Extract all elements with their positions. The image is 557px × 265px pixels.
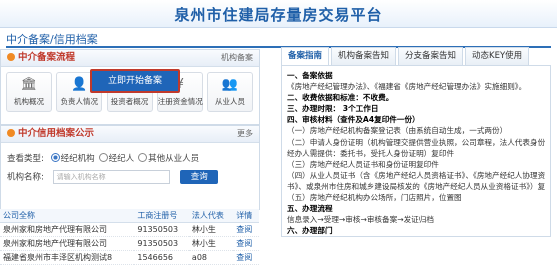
process-panel-title: 中介备案流程 <box>18 52 76 63</box>
query-name-row: 机构名称: 请输入机构名称 查询 <box>7 170 219 184</box>
detail-link[interactable]: 查阅 <box>233 236 259 251</box>
radio-label: 经纪人 <box>108 154 135 164</box>
process-item-label: 机构概况 <box>14 97 44 106</box>
tab-item[interactable]: 备案指南 <box>281 47 330 65</box>
guide-content: 一、备案依据《房地产经纪管理办法》、《福建省《房地产经纪管理办法》实施细则》。二… <box>281 65 551 237</box>
person-icon: 👤 <box>71 77 88 92</box>
column-header: 详情 <box>233 209 259 223</box>
site-title: 泉州市住建局存量房交易平台 <box>174 6 383 24</box>
credit-panel-header: 中介信用档案公示 更多 <box>1 126 259 143</box>
column-header: 工商注册号 <box>134 209 189 223</box>
guide-line: 二、收费依据和标准：不收费。 <box>287 93 394 103</box>
guide-line: 书》、或泉州市住房和城乡建设局核发的《房地产经纪人员从业资格证书》）复印件 <box>287 181 545 191</box>
start-filing-button[interactable]: 立即开始备案 <box>90 69 180 93</box>
query-type-options: 经纪机构 经纪人 其他从业人员 <box>47 153 200 164</box>
table-cell: 林小生 <box>188 236 234 251</box>
query-button[interactable]: 查询 <box>180 170 219 184</box>
credit-panel: 中介信用档案公示 更多 查看类型: 经纪机构 经纪人 其他从业人员 机构名称: 请输… <box>0 125 260 210</box>
bank-icon: 🏛 <box>20 77 38 92</box>
table-cell: 泉州家和房地产代理有限公司 <box>0 236 135 251</box>
credit-panel-more-link[interactable]: 更多 <box>237 126 253 142</box>
org-name-input[interactable]: 请输入机构名称 <box>52 170 170 184</box>
tab-item[interactable]: 机构备案告知 <box>331 47 397 65</box>
table-header-row: 公司全称 工商注册号 法人代表 详情 <box>0 209 259 223</box>
guide-line: （一）房地产经纪机构备案登记表（由系统自动生成，一式两份） <box>287 126 508 136</box>
guide-line: 信息录入→受理→审核→审核备案→发证归档 <box>287 215 434 225</box>
breadcrumb: 中介备案/信用档案 <box>6 33 98 46</box>
tab-item[interactable]: 分支备案告知 <box>398 47 464 65</box>
guide-line: 三、办理时限： 3个工作日 <box>287 104 379 114</box>
guide-line: 《房地产经纪管理办法》、《福建省《房地产经纪管理办法》实施细则》。 <box>287 82 527 92</box>
table-cell: 91350503 <box>134 236 189 251</box>
process-item-label: 注册资金情况 <box>157 97 203 106</box>
process-item-label: 投资者概况 <box>110 97 149 106</box>
process-panel-more-link[interactable]: 机构备案 <box>221 50 253 66</box>
credit-panel-title: 中介信用档案公示 <box>18 128 95 139</box>
guide-line: （五）房地产经纪机构办公场所，门店照片，位置图 <box>287 193 462 203</box>
table-cell: a08 <box>188 250 234 265</box>
guide-line: （三）房地产经纪人员证书和身份证明复印件 <box>287 159 439 169</box>
guide-line: 六、办理部门 <box>287 226 333 236</box>
credit-table: 公司全称 工商注册号 法人代表 详情 泉州家和房地产代理有限公司 91350503 林小生… <box>0 209 259 265</box>
table-row: 泉州家和房地产代理有限公司 91350503 林小生 查阅 <box>0 222 259 237</box>
tab-item[interactable]: 动态KEY使用 <box>465 47 530 65</box>
guide-line: （二）申请人身份证明（机构管理交提供营业执照，公司章程，法人代表身份证，委托 <box>287 137 545 147</box>
table-cell: 福建省泉州市丰泽区机构测试8 <box>0 250 135 265</box>
process-panel-header: 中介备案流程 机构备案 <box>1 50 259 67</box>
process-item-label: 负责人情况 <box>60 97 99 106</box>
process-item[interactable]: 🏛 机构概况 <box>6 72 52 112</box>
column-header: 法人代表 <box>188 209 234 223</box>
query-type-row: 查看类型: 经纪机构 经纪人 其他从业人员 <box>7 152 199 164</box>
process-item-label: 从业人员 <box>215 97 245 106</box>
radio-label: 经纪机构 <box>60 154 95 164</box>
table-cell: 1546656 <box>134 250 189 265</box>
bullet-icon <box>7 129 15 137</box>
process-item[interactable]: 👥 从业人员 <box>207 72 253 112</box>
radio-label: 其他从业人员 <box>148 154 200 164</box>
guide-tabs: 备案指南 机构备案告知 分支备案告知 动态KEY使用 <box>281 47 531 65</box>
table-cell: 泉州家和房地产代理有限公司 <box>0 222 135 237</box>
table-row: 福建省泉州市丰泽区机构测试8 1546656 a08 查阅 <box>0 250 259 265</box>
table-row: 泉州家和房地产代理有限公司 91350503 林小生 查阅 <box>0 236 259 251</box>
guide-line: 一、备案依据 <box>287 71 333 80</box>
detail-link[interactable]: 查阅 <box>233 222 259 237</box>
guide-line: 泉州市住房和城乡建设局 <box>287 236 545 237</box>
table-cell: 林小生 <box>188 222 234 237</box>
column-header: 公司全称 <box>0 209 135 223</box>
org-name-label: 机构名称: <box>7 172 44 183</box>
top-banner: 泉州市住建局存量房交易平台 <box>0 0 557 28</box>
radio-button[interactable] <box>138 153 148 162</box>
radio-button[interactable] <box>50 153 60 162</box>
guide-line: （四）从业人员证书（含《房地产经纪人员资格证书》、《房地产经纪人协理资格证 <box>287 170 545 180</box>
bullet-icon <box>7 53 15 61</box>
query-type-label: 查看类型: <box>7 154 44 164</box>
guide-line: 经办人需提供：委托书，受托人身份证明）复印件 <box>287 148 455 158</box>
guide-line: 四、审核材料（查件及A4复印件一份） <box>287 115 420 125</box>
guide-line: 五、办理流程 <box>287 204 333 214</box>
table-cell: 91350503 <box>134 222 189 237</box>
radio-button[interactable] <box>98 153 108 162</box>
detail-link[interactable]: 查阅 <box>233 250 259 265</box>
staff-icon: 👥 <box>221 77 239 92</box>
